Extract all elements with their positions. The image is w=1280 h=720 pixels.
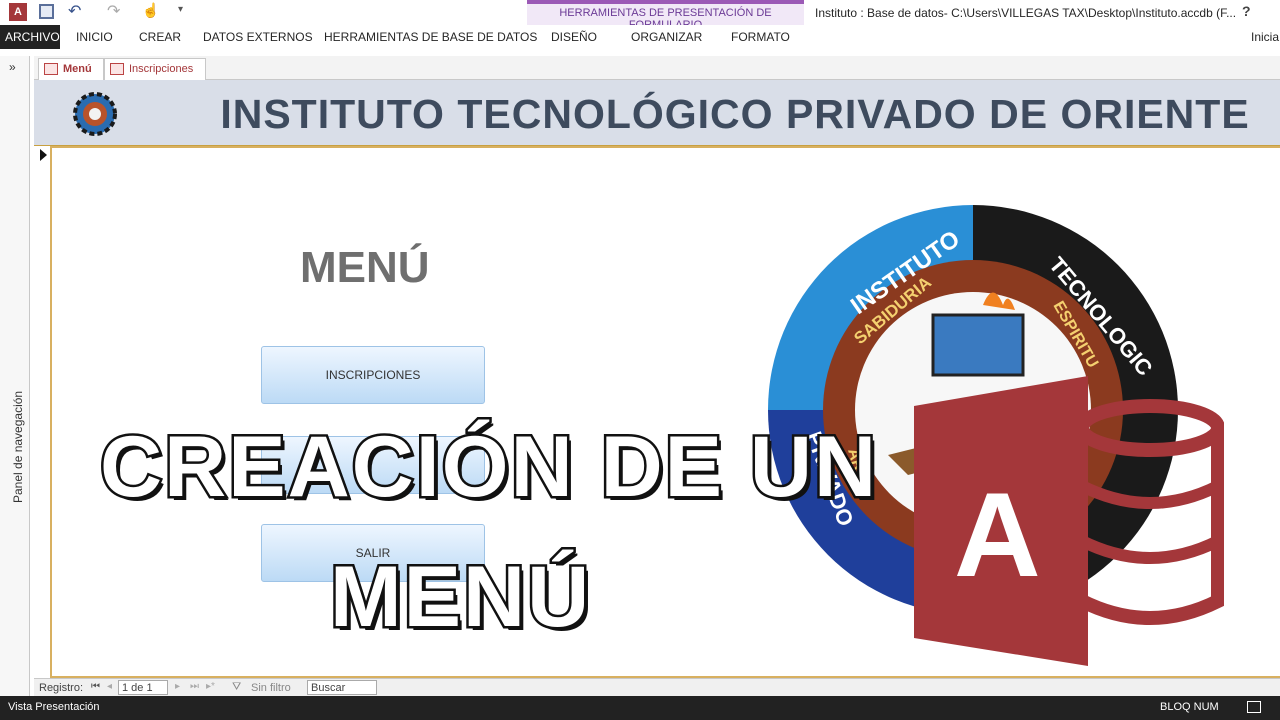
tab-diseno[interactable]: DISEÑO xyxy=(551,30,597,44)
form-icon xyxy=(44,63,58,75)
record-selector[interactable] xyxy=(34,146,52,678)
record-number-field[interactable]: 1 de 1 xyxy=(118,680,168,695)
help-button[interactable]: ? xyxy=(1242,3,1251,19)
doc-tab-label: Menú xyxy=(63,63,92,75)
numlock-status: BLOQ NUM xyxy=(1160,701,1219,713)
form-view-icon[interactable] xyxy=(1247,701,1261,713)
undo-icon[interactable]: ↶ xyxy=(68,1,81,21)
ribbon-tabs: INICIO CREAR DATOS EXTERNOS HERRAMIENTAS… xyxy=(0,25,1280,49)
next-record-icon[interactable]: ▸ xyxy=(175,681,180,692)
last-record-icon[interactable]: ⏭ xyxy=(190,681,199,692)
view-status: Vista Presentación xyxy=(8,701,100,713)
inscripciones-button[interactable]: INSCRIPCIONES xyxy=(261,346,485,404)
first-record-icon[interactable]: ⏮ xyxy=(91,681,100,692)
access-letter: A xyxy=(954,468,1041,602)
tab-herramientas-bd[interactable]: HERRAMIENTAS DE BASE DE DATOS xyxy=(324,30,537,44)
redo-icon[interactable]: ↷ xyxy=(107,1,120,21)
navigation-pane[interactable]: » Panel de navegación xyxy=(0,56,30,696)
record-label: Registro: xyxy=(39,682,84,694)
tab-crear[interactable]: CREAR xyxy=(139,30,181,44)
tab-organizar[interactable]: ORGANIZAR xyxy=(631,30,702,44)
current-record-icon xyxy=(40,149,47,161)
overlay-title-line2: MENÚ xyxy=(327,547,592,648)
filter-icon: ⛛ xyxy=(232,681,242,693)
overlay-title-line1: CREACIÓN DE UN xyxy=(97,417,879,518)
menu-heading: MENÚ xyxy=(300,243,430,292)
form-title: INSTITUTO TECNOLÓGICO PRIVADO DE ORIENTE xyxy=(220,91,1250,137)
access-app-icon[interactable]: A xyxy=(9,3,27,21)
tab-archivo[interactable]: ARCHIVO xyxy=(0,25,60,49)
new-record-icon[interactable]: ▸* xyxy=(206,681,215,692)
record-navigation-bar: Registro: ⏮ ◂ 1 de 1 ▸ ⏭ ▸* ⛛ Sin filtro… xyxy=(34,678,1280,696)
doc-tab-menu[interactable]: Menú xyxy=(38,58,104,80)
prev-record-icon[interactable]: ◂ xyxy=(107,681,112,692)
save-icon[interactable] xyxy=(39,4,54,19)
expand-nav-icon[interactable]: » xyxy=(9,60,16,74)
tab-datos-externos[interactable]: DATOS EXTERNOS xyxy=(203,30,313,44)
window-title: Instituto : Base de datos- C:\Users\VILL… xyxy=(815,6,1237,20)
document-tabs: Menú Inscripciones xyxy=(34,56,1280,80)
status-bar: Vista Presentación BLOQ NUM xyxy=(0,696,1280,720)
touch-mode-icon[interactable]: ☝ xyxy=(142,2,159,19)
doc-tab-label: Inscripciones xyxy=(129,63,194,75)
access-logo-icon: A xyxy=(914,376,1224,666)
customize-toolbar-icon[interactable]: ▾ xyxy=(178,4,183,15)
tab-formato[interactable]: FORMATO xyxy=(731,30,790,44)
form-icon xyxy=(110,63,124,75)
small-logo-icon xyxy=(73,92,117,136)
nav-pane-label: Panel de navegación xyxy=(11,390,25,503)
doc-tab-inscripciones[interactable]: Inscripciones xyxy=(104,58,206,80)
tab-inicio[interactable]: INICIO xyxy=(76,30,113,44)
filter-status[interactable]: Sin filtro xyxy=(251,682,291,694)
signin-link[interactable]: Inicia xyxy=(1251,30,1279,44)
search-field[interactable]: Buscar xyxy=(307,680,377,695)
